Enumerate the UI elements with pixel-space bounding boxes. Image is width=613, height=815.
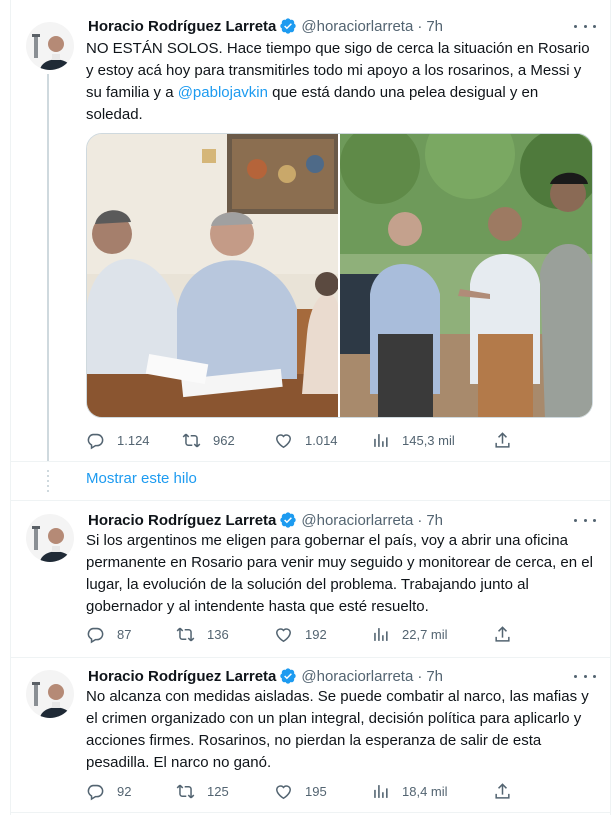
reply-count: 87 bbox=[117, 626, 132, 642]
author-handle[interactable]: @horaciorlarreta bbox=[301, 512, 413, 529]
like-count: 1.014 bbox=[305, 432, 338, 448]
author-name[interactable]: Horacio Rodríguez Larreta bbox=[88, 18, 276, 35]
author-name[interactable]: Horacio Rodríguez Larreta bbox=[88, 512, 276, 529]
media-photo-meeting[interactable] bbox=[87, 134, 338, 417]
reply-icon bbox=[87, 627, 104, 643]
tweet-time[interactable]: 7h bbox=[426, 18, 443, 35]
author-avatar[interactable] bbox=[26, 670, 74, 718]
thread-dots bbox=[47, 470, 49, 495]
more-icon[interactable] bbox=[574, 667, 596, 685]
divider bbox=[10, 812, 611, 813]
views-count: 22,7 mil bbox=[402, 626, 448, 642]
tweet-time[interactable]: 7h bbox=[426, 668, 443, 685]
tweet-text: NO ESTÁN SOLOS. Hace tiempo que sigo de … bbox=[86, 38, 596, 126]
retweet-icon bbox=[182, 433, 201, 447]
tweet-time[interactable]: 7h bbox=[426, 512, 443, 529]
like-count: 195 bbox=[305, 783, 327, 799]
retweet-count: 962 bbox=[213, 432, 235, 448]
separator-dot: · bbox=[417, 511, 423, 529]
show-thread-link[interactable]: Mostrar este hilo bbox=[86, 470, 197, 487]
like-button[interactable]: 192 bbox=[274, 624, 327, 644]
tweet-actions: 92 125 195 18,4 mil bbox=[86, 781, 516, 801]
reply-button[interactable]: 87 bbox=[86, 624, 131, 644]
views-button[interactable]: 145,3 mil bbox=[371, 430, 455, 450]
like-icon bbox=[276, 627, 291, 642]
reply-count: 1.124 bbox=[117, 432, 150, 448]
retweet-icon bbox=[176, 784, 195, 798]
verified-badge-icon bbox=[280, 668, 297, 684]
share-icon bbox=[495, 625, 510, 642]
retweet-button[interactable]: 125 bbox=[176, 781, 229, 801]
more-icon[interactable] bbox=[574, 17, 596, 35]
share-button[interactable] bbox=[493, 624, 524, 644]
tweet-media[interactable] bbox=[86, 133, 593, 418]
tweet-text: Si los argentinos me eligen para goberna… bbox=[86, 532, 593, 615]
views-button[interactable]: 18,4 mil bbox=[371, 781, 448, 801]
separator-dot: · bbox=[417, 667, 423, 685]
retweet-count: 125 bbox=[207, 783, 229, 799]
tweet-header: Horacio Rodríguez Larreta @horaciorlarre… bbox=[88, 666, 443, 686]
divider bbox=[10, 461, 611, 462]
verified-badge-icon bbox=[280, 18, 297, 34]
tweet-actions: 87 136 192 22,7 mil bbox=[86, 624, 516, 644]
author-name[interactable]: Horacio Rodríguez Larreta bbox=[88, 668, 276, 685]
like-icon bbox=[276, 433, 291, 448]
divider bbox=[10, 500, 611, 501]
like-icon bbox=[276, 784, 291, 799]
share-button[interactable] bbox=[493, 430, 524, 450]
mention-link[interactable]: @pablojavkin bbox=[178, 84, 268, 101]
tweet-actions: 1.124 962 1.014 145,3 mil bbox=[86, 430, 516, 450]
views-button[interactable]: 22,7 mil bbox=[371, 624, 448, 644]
media-photo-handshake[interactable] bbox=[339, 134, 592, 417]
views-icon bbox=[374, 433, 388, 447]
verified-badge-icon bbox=[280, 512, 297, 528]
reply-button[interactable]: 92 bbox=[86, 781, 131, 801]
retweet-button[interactable]: 136 bbox=[176, 624, 229, 644]
divider bbox=[10, 657, 611, 658]
share-button[interactable] bbox=[493, 781, 524, 801]
like-count: 192 bbox=[305, 626, 327, 642]
reply-button[interactable]: 1.124 bbox=[86, 430, 150, 450]
retweet-button[interactable]: 962 bbox=[182, 430, 235, 450]
author-avatar[interactable] bbox=[26, 514, 74, 562]
tweet-text: No alcanza con medidas aisladas. Se pued… bbox=[86, 688, 589, 771]
like-button[interactable]: 1.014 bbox=[274, 430, 338, 450]
tweet-header: Horacio Rodríguez Larreta @horaciorlarre… bbox=[88, 510, 443, 530]
tweet-header: Horacio Rodríguez Larreta @horaciorlarre… bbox=[88, 16, 443, 36]
retweet-icon bbox=[176, 627, 195, 641]
thread-connector bbox=[47, 74, 49, 462]
retweet-count: 136 bbox=[207, 626, 229, 642]
separator-dot: · bbox=[417, 17, 423, 35]
views-count: 145,3 mil bbox=[402, 432, 455, 448]
share-icon bbox=[495, 782, 510, 799]
views-icon bbox=[374, 627, 388, 641]
reply-count: 92 bbox=[117, 783, 132, 799]
views-count: 18,4 mil bbox=[402, 783, 448, 799]
views-icon bbox=[374, 784, 388, 798]
author-handle[interactable]: @horaciorlarreta bbox=[301, 18, 413, 35]
reply-icon bbox=[87, 784, 104, 800]
author-avatar[interactable] bbox=[26, 22, 74, 70]
reply-icon bbox=[87, 433, 104, 449]
author-handle[interactable]: @horaciorlarreta bbox=[301, 668, 413, 685]
more-icon[interactable] bbox=[574, 511, 596, 529]
like-button[interactable]: 195 bbox=[274, 781, 327, 801]
share-icon bbox=[495, 431, 510, 448]
